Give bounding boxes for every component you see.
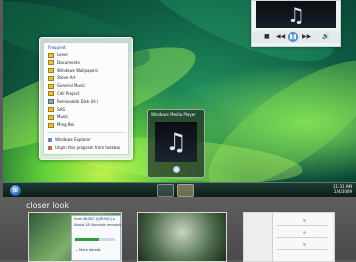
- more-details-link[interactable]: ⌄ More details: [75, 248, 101, 252]
- jump-list-task[interactable]: Windows Explorer: [44, 136, 128, 144]
- jump-list-item[interactable]: Windows Wallpapers: [44, 67, 128, 75]
- radio-icon: [303, 219, 306, 222]
- closer-look-title: closer look: [26, 201, 70, 210]
- jump-list-item[interactable]: Ming Bei: [44, 121, 128, 129]
- desktop: ♫ ■ ◀◀ ❚❚ ▶▶ 🔊 Frequent Lever Documents …: [3, 0, 356, 197]
- player-controls: ■ ◀◀ ❚❚ ▶▶ 🔊: [252, 31, 340, 43]
- copy-time-text: About 45 Seconds remaining: [74, 223, 122, 227]
- clock-date: 2/4/2009: [334, 189, 352, 194]
- jump-list: Frequent Lever Documents Windows Wallpap…: [39, 37, 133, 160]
- music-note-icon: ♫: [165, 128, 187, 156]
- jump-list-item[interactable]: SAS: [44, 106, 128, 114]
- folder-icon: [48, 91, 54, 97]
- stop-button[interactable]: ■: [264, 34, 270, 40]
- system-clock[interactable]: 11:31 AM 2/4/2009: [333, 184, 352, 194]
- taskbar-thumbnail-preview[interactable]: Windows Media Player ♫: [147, 109, 205, 178]
- closer-look-thumbnail[interactable]: from MUSIC (\\MUSIC) ▸ About 45 Seconds …: [28, 212, 122, 262]
- radio-icon: [303, 243, 306, 246]
- radio-icon: [303, 231, 306, 234]
- jump-list-header: Frequent: [48, 45, 66, 50]
- folder-icon: [48, 122, 54, 128]
- jump-list-item[interactable]: Music: [44, 113, 128, 121]
- start-button[interactable]: ⊞: [9, 184, 22, 197]
- next-button[interactable]: ▶▶: [302, 34, 311, 40]
- folder-icon: [48, 83, 54, 89]
- jump-list-item[interactable]: General Music: [44, 82, 128, 90]
- media-player-window[interactable]: ♫ ■ ◀◀ ❚❚ ▶▶ 🔊: [251, 0, 341, 47]
- divider: [277, 237, 327, 238]
- closer-look-thumbnail[interactable]: [243, 212, 335, 262]
- folder-icon: [48, 52, 54, 58]
- jump-list-item[interactable]: Documents: [44, 59, 128, 67]
- settings-panel: [272, 213, 333, 261]
- jump-list-panel: Frequent Lever Documents Windows Wallpap…: [43, 42, 129, 155]
- copy-progress-bar: [75, 238, 115, 241]
- closer-look-thumbnail[interactable]: [137, 212, 227, 262]
- taskbar-explorer-button[interactable]: [157, 184, 174, 197]
- jump-list-task[interactable]: Unpin this program from taskbar: [44, 144, 128, 152]
- copy-progress-dialog: from MUSIC (\\MUSIC) ▸ About 45 Seconds …: [71, 215, 121, 261]
- previous-button[interactable]: ◀◀: [276, 34, 285, 40]
- divider: [47, 131, 125, 133]
- divider: [277, 225, 327, 226]
- folder-icon: [48, 114, 54, 120]
- folder-icon: [48, 68, 54, 74]
- taskbar-media-player-button[interactable]: [177, 184, 194, 197]
- folder-icon: [48, 60, 54, 66]
- album-art: ♫: [256, 1, 336, 28]
- pause-button[interactable]: ❚❚: [288, 32, 298, 42]
- progress-fill: [75, 238, 99, 241]
- taskbar: ⊞ 11:31 AM 2/4/2009: [3, 182, 356, 197]
- divider: [277, 249, 327, 250]
- folder-icon: [48, 107, 54, 113]
- thumbnail-album-art: ♫: [155, 122, 197, 162]
- jump-list-item[interactable]: Cell Project: [44, 90, 128, 98]
- drive-icon: [48, 99, 54, 105]
- jump-list-item[interactable]: Steve Art: [44, 74, 128, 82]
- unpin-icon: [48, 145, 52, 150]
- wallpaper-leaf: [191, 38, 356, 197]
- closer-look-section: closer look from MUSIC (\\MUSIC) ▸ About…: [0, 197, 356, 262]
- explorer-icon: [48, 137, 52, 142]
- folder-icon: [48, 75, 54, 81]
- thumbnail-title: Windows Media Player: [151, 112, 196, 117]
- thumbnail-play-button[interactable]: [173, 166, 180, 173]
- jump-list-item[interactable]: Lever: [44, 51, 128, 59]
- jump-list-item[interactable]: Removable Disk (H:): [44, 98, 128, 106]
- music-note-icon: ♫: [287, 2, 305, 27]
- volume-icon[interactable]: 🔊: [322, 34, 329, 40]
